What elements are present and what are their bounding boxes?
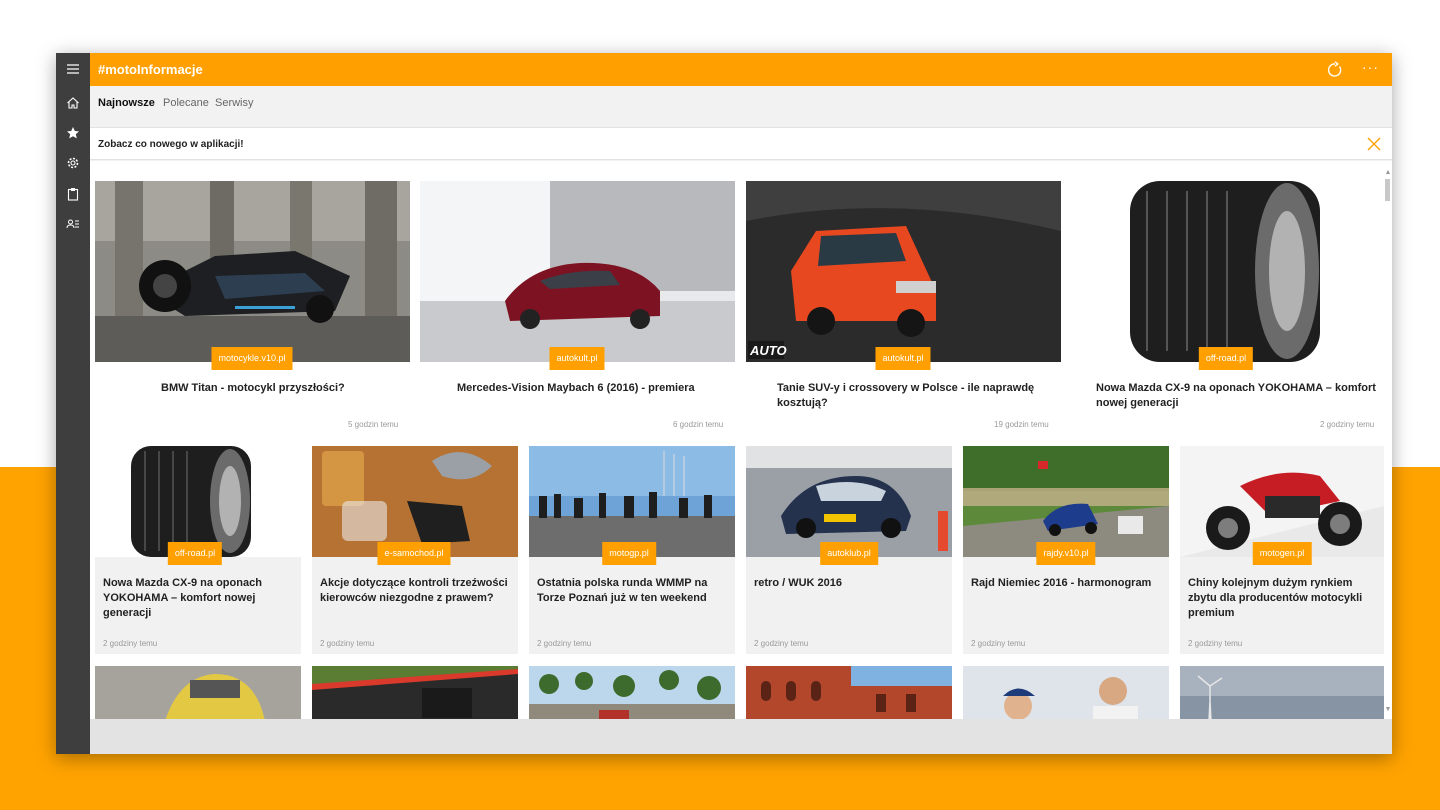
news-card[interactable] [963,666,1169,719]
source-badge[interactable]: motogen.pl [1252,542,1312,565]
article-image-motorcycle [1180,446,1384,557]
tab-polecane[interactable]: Polecane [163,97,209,109]
news-card[interactable]: motogp.pl Ostatnia polska runda WMMP na … [529,446,735,654]
article-image-race-track [312,666,518,719]
article-time: 2 godziny temu [537,639,592,648]
source-badge[interactable]: rajdy.v10.pl [1036,542,1096,565]
article-time: 5 godzin temu [348,420,399,429]
article-time: 2 godziny temu [1188,639,1243,648]
article-title[interactable]: Tanie SUV-y i crossovery w Polsce - ile … [777,381,1047,411]
article-time: 6 godzin temu [673,420,724,429]
image-watermark: AUTO [750,343,787,358]
article-image-bmw-titan [95,181,410,362]
source-badge[interactable]: motocykle.v10.pl [211,347,293,370]
source-badge[interactable]: autoklub.pl [820,542,878,565]
news-card[interactable]: off-road.pl Nowa Mazda CX-9 na oponach Y… [95,446,301,654]
tab-bar: Najnowsze Polecane Serwisy [90,86,1392,120]
article-time: 2 godziny temu [103,639,158,648]
news-card[interactable]: AUTO autokult.pl Tanie SUV-y i crossover… [746,181,1061,436]
source-badge[interactable]: e-samochod.pl [377,542,451,565]
article-title[interactable]: Nowa Mazda CX-9 na oponach YOKOHAMA – ko… [1096,381,1381,411]
article-image-red-building [746,666,952,719]
article-image-people [963,666,1169,719]
article-title[interactable]: Nowa Mazda CX-9 na oponach YOKOHAMA – ko… [103,576,283,621]
source-badge[interactable]: autokult.pl [549,347,605,370]
article-image-wind-turbine [1180,666,1384,719]
source-badge[interactable]: off-road.pl [167,542,223,565]
sidebar [56,53,90,754]
app-title: #motoInformacje [98,62,203,77]
source-badge[interactable]: motogp.pl [602,542,656,565]
article-time: 19 godzin temu [994,420,1049,429]
scroll-thumb[interactable] [1385,179,1390,201]
news-card[interactable]: autokult.pl Mercedes-Vision Maybach 6 (2… [420,181,735,436]
article-time: 2 godziny temu [1320,420,1375,429]
news-card[interactable]: autoklub.pl retro / WUK 2016 2 godziny t… [746,446,952,654]
scroll-down-icon[interactable]: ▼ [1384,706,1392,714]
refresh-icon[interactable] [1326,61,1344,79]
news-card[interactable] [746,666,952,719]
news-card[interactable]: motocykle.v10.pl BMW Titan - motocykl pr… [95,181,410,436]
article-time: 2 godziny temu [971,639,1026,648]
news-card[interactable]: rajdy.v10.pl Rajd Niemiec 2016 - harmono… [963,446,1169,654]
whats-new-text: Zobacz co nowego w aplikacji! [98,139,244,150]
article-image-yellow-car [95,666,301,719]
close-icon[interactable] [1366,136,1382,152]
article-time: 2 godziny temu [320,639,375,648]
article-image-jeep: AUTO [746,181,1061,362]
article-image-retro-car [746,446,952,557]
news-card[interactable]: motogen.pl Chiny kolejnym dużym rynkiem … [1180,446,1384,654]
hamburger-menu-icon[interactable] [56,54,90,84]
article-image-rally [963,446,1169,557]
title-bar: #motoInformacje ··· [90,53,1392,86]
article-title[interactable]: Rajd Niemiec 2016 - harmonogram [971,576,1166,591]
article-image-alcohol-keys [312,446,518,557]
news-card[interactable]: e-samochod.pl Akcje dotyczące kontroli t… [312,446,518,654]
article-title[interactable]: retro / WUK 2016 [754,576,949,591]
more-options-icon[interactable]: ··· [1362,59,1379,75]
article-title[interactable]: BMW Titan - motocykl przyszłości? [161,381,401,396]
vertical-scrollbar[interactable]: ▲ ▼ [1384,169,1392,714]
article-title[interactable]: Ostatnia polska runda WMMP na Torze Pozn… [537,576,732,606]
source-badge[interactable]: autokult.pl [875,347,931,370]
source-badge[interactable]: off-road.pl [1198,347,1254,370]
home-icon[interactable] [56,88,90,118]
tab-najnowsze[interactable]: Najnowsze [98,97,155,109]
app-window: #motoInformacje ··· Najnowsze Polecane S… [56,53,1392,754]
article-image-maybach [420,181,735,362]
article-time: 2 godziny temu [754,639,809,648]
contact-list-icon[interactable] [56,209,90,239]
bottom-app-bar [90,719,1392,754]
news-card[interactable] [312,666,518,719]
tab-serwisy[interactable]: Serwisy [215,97,254,109]
article-title[interactable]: Akcje dotyczące kontroli trzeźwości kier… [320,576,515,606]
article-image-tyre [1072,181,1382,362]
article-image-palm-street [529,666,735,719]
news-card[interactable] [1180,666,1384,719]
article-image-tyre-small [95,446,301,557]
clipboard-icon[interactable] [56,179,90,209]
article-image-motogp [529,446,735,557]
news-card[interactable] [95,666,301,719]
news-card[interactable] [529,666,735,719]
whats-new-banner[interactable]: Zobacz co nowego w aplikacji! [90,127,1392,160]
gear-icon[interactable] [56,148,90,178]
article-title[interactable]: Mercedes-Vision Maybach 6 (2016) - premi… [457,381,732,396]
news-card[interactable]: off-road.pl Nowa Mazda CX-9 na oponach Y… [1072,181,1382,436]
news-feed: motocykle.v10.pl BMW Titan - motocykl pr… [90,161,1392,719]
scroll-up-icon[interactable]: ▲ [1384,169,1392,177]
article-title[interactable]: Chiny kolejnym dużym rynkiem zbytu dla p… [1188,576,1378,621]
star-icon[interactable] [56,118,90,148]
